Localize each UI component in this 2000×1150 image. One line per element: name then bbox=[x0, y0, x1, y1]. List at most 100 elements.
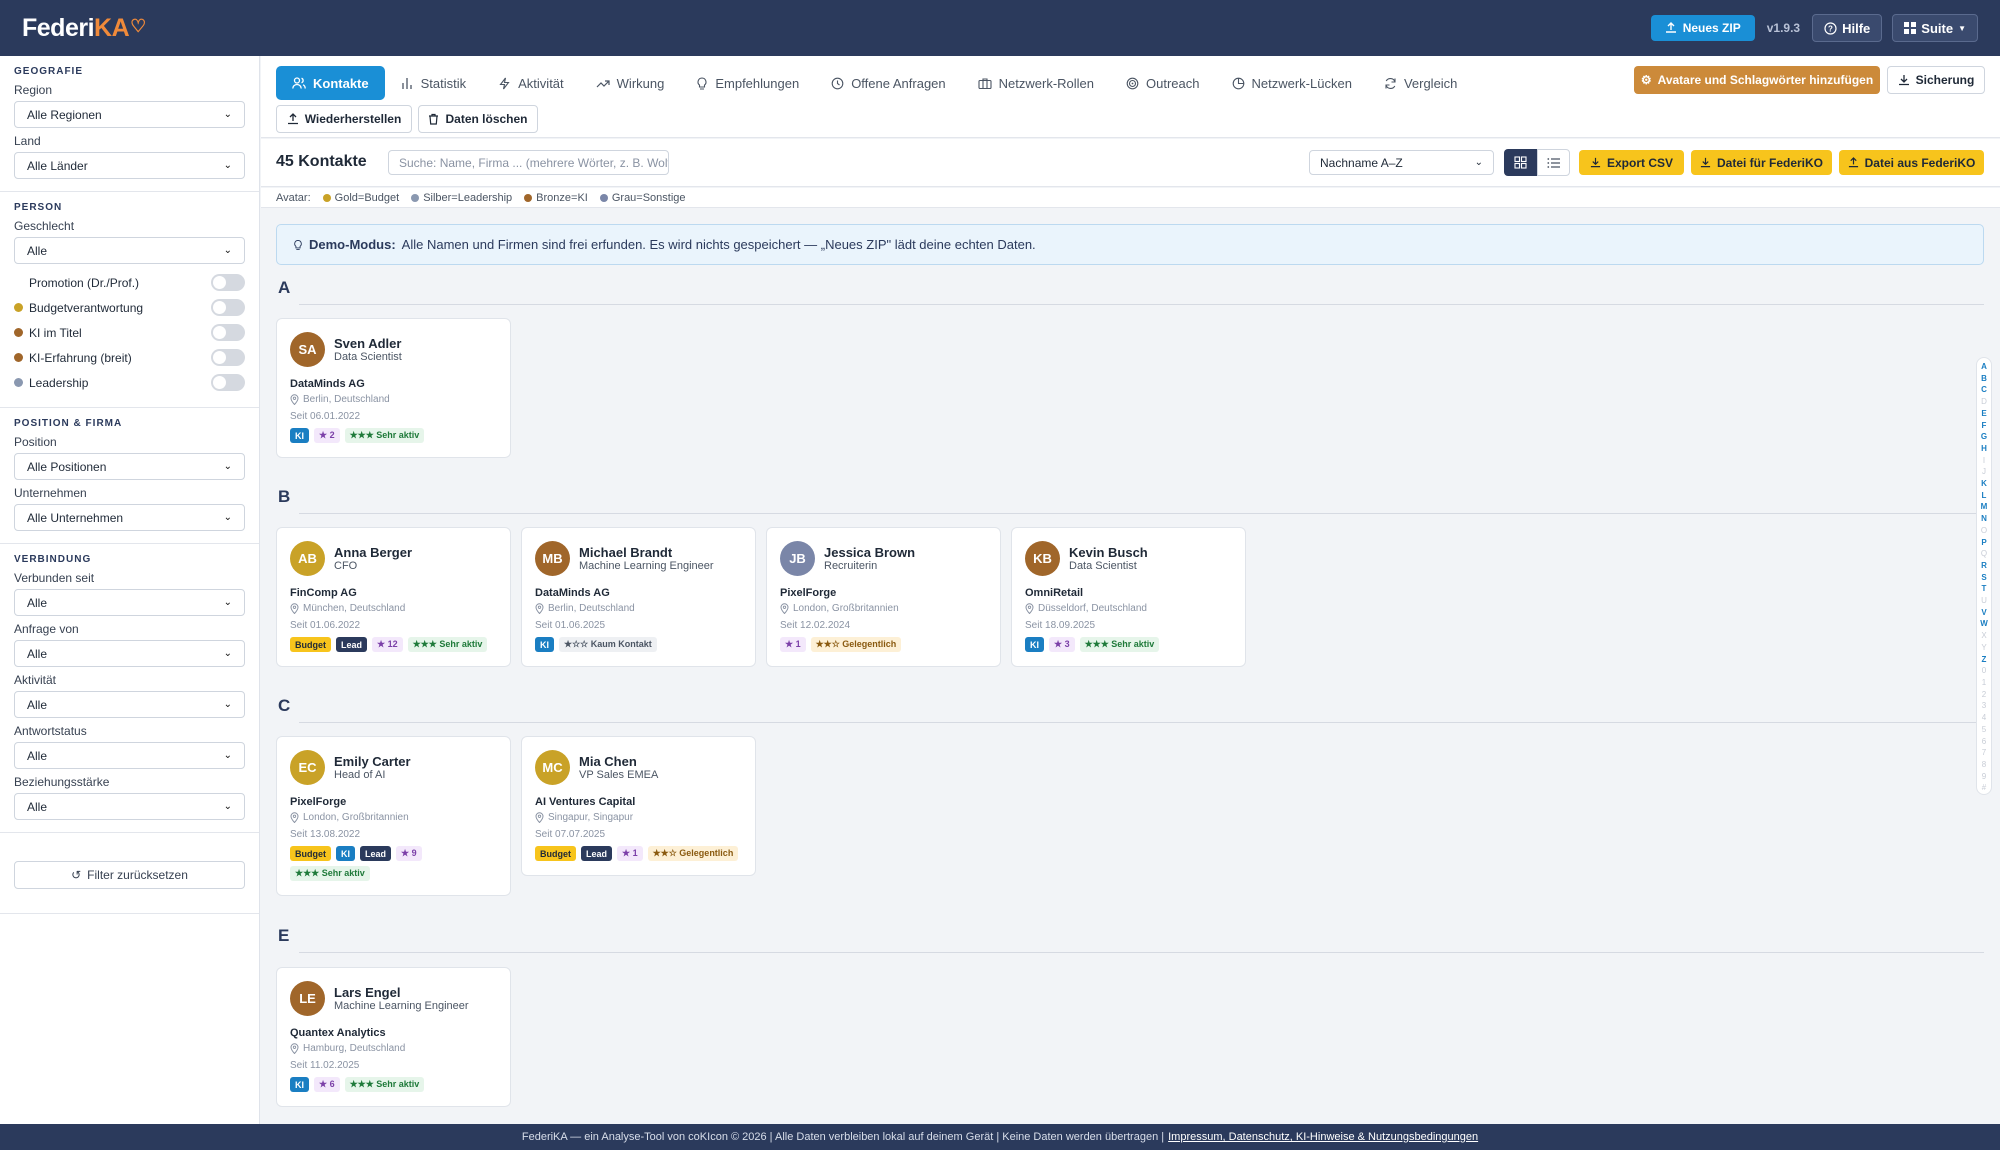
badge-list: Budget Lead ★ 1 ★★☆ Gelegentlich bbox=[535, 846, 750, 861]
tab-empfehlungen[interactable]: Empfehlungen bbox=[680, 66, 815, 100]
request-label: Anfrage von bbox=[14, 622, 79, 636]
new-zip-button[interactable]: Neues ZIP bbox=[1650, 15, 1755, 41]
tab-netzwerk-luecken[interactable]: Netzwerk-Lücken bbox=[1216, 66, 1368, 100]
backup-button[interactable]: Sicherung bbox=[1887, 66, 1985, 94]
reset-section: ↺ Filter zurücksetzen bbox=[0, 833, 259, 914]
tab-outreach[interactable]: Outreach bbox=[1110, 66, 1215, 100]
person-heading: PERSON bbox=[14, 202, 63, 213]
az-letter[interactable]: R bbox=[1981, 560, 1987, 572]
company-value: Alle Unternehmen bbox=[27, 510, 124, 525]
download-icon bbox=[1700, 157, 1711, 168]
az-letter: D bbox=[1981, 397, 1987, 407]
az-letter[interactable]: S bbox=[1981, 572, 1986, 584]
tab-label: Wirkung bbox=[616, 75, 665, 91]
region-select[interactable]: Alle Regionen ⌄ bbox=[14, 101, 245, 128]
tab-kontakte[interactable]: Kontakte bbox=[276, 66, 385, 100]
contact-card[interactable]: SA Sven Adler Data Scientist DataMinds A… bbox=[276, 318, 511, 458]
app-logo[interactable]: Federi KA ♡ bbox=[22, 14, 146, 43]
version-label: v1.9.3 bbox=[1766, 21, 1801, 35]
az-letter[interactable]: G bbox=[1981, 431, 1987, 443]
demo-title: Demo-Modus: bbox=[309, 237, 396, 252]
az-letter[interactable]: T bbox=[1982, 583, 1987, 595]
az-letter[interactable]: C bbox=[1981, 384, 1987, 396]
toggle-ki-title: KI im Titel bbox=[14, 320, 245, 345]
delete-data-button[interactable]: Daten löschen bbox=[418, 105, 538, 133]
toggle-switch[interactable] bbox=[211, 349, 245, 366]
contact-location: Hamburg, Deutschland bbox=[290, 1043, 405, 1054]
az-letter[interactable]: E bbox=[1981, 408, 1986, 420]
gold-dot-icon bbox=[322, 193, 331, 202]
az-letter[interactable]: K bbox=[1981, 478, 1987, 490]
location-pin-icon bbox=[290, 394, 299, 405]
position-value: Alle Positionen bbox=[27, 459, 107, 474]
request-select[interactable]: Alle ⌄ bbox=[14, 640, 245, 667]
help-button[interactable]: ? Hilfe bbox=[1812, 14, 1883, 42]
upload-icon bbox=[1665, 22, 1677, 34]
badge-lead: Lead bbox=[360, 846, 392, 861]
position-select[interactable]: Alle Positionen ⌄ bbox=[14, 453, 245, 480]
restore-button[interactable]: Wiederherstellen bbox=[276, 105, 412, 133]
tab-wirkung[interactable]: Wirkung bbox=[580, 66, 681, 100]
az-letter[interactable]: M bbox=[1981, 501, 1988, 513]
grid-view-button[interactable] bbox=[1504, 149, 1537, 176]
toggle-switch[interactable] bbox=[211, 324, 245, 341]
file-from-federiko-button[interactable]: Datei aus FederiKO bbox=[1839, 150, 1984, 175]
az-letter[interactable]: W bbox=[1980, 618, 1988, 630]
reset-filters-button[interactable]: ↺ Filter zurücksetzen bbox=[14, 861, 245, 889]
export-csv-button[interactable]: Export CSV bbox=[1579, 150, 1684, 175]
az-letter[interactable]: L bbox=[1982, 490, 1987, 502]
az-letter[interactable]: P bbox=[1981, 537, 1986, 549]
az-letter[interactable]: A bbox=[1981, 361, 1987, 373]
suite-button[interactable]: Suite ▼ bbox=[1892, 14, 1978, 42]
contact-card[interactable]: AB Anna Berger CFO FinComp AG München, D… bbox=[276, 527, 511, 667]
contact-card[interactable]: MC Mia Chen VP Sales EMEA AI Ventures Ca… bbox=[521, 736, 756, 876]
contact-card[interactable]: EC Emily Carter Head of AI PixelForge Lo… bbox=[276, 736, 511, 896]
tab-label: Offene Anfragen bbox=[851, 75, 946, 91]
badge-ki: KI bbox=[290, 1077, 309, 1092]
chevron-down-icon: ⌄ bbox=[223, 461, 232, 472]
list-view-button[interactable] bbox=[1537, 149, 1570, 176]
search-input[interactable]: Suche: Name, Firma ... (mehrere Wörter, … bbox=[388, 150, 669, 175]
toggle-switch[interactable] bbox=[211, 374, 245, 391]
az-letter[interactable]: H bbox=[1981, 443, 1987, 455]
contact-since: Seit 01.06.2025 bbox=[535, 620, 606, 631]
briefcase-icon bbox=[978, 77, 992, 90]
gender-select[interactable]: Alle ⌄ bbox=[14, 237, 245, 264]
az-letter[interactable]: B bbox=[1981, 373, 1987, 385]
tab-netzwerk-rollen[interactable]: Netzwerk-Rollen bbox=[962, 66, 1110, 100]
contact-since: Seit 18.09.2025 bbox=[1025, 620, 1096, 631]
answer-select[interactable]: Alle ⌄ bbox=[14, 742, 245, 769]
contact-card[interactable]: MB Michael Brandt Machine Learning Engin… bbox=[521, 527, 756, 667]
az-letter[interactable]: F bbox=[1982, 420, 1987, 432]
toggle-switch[interactable] bbox=[211, 299, 245, 316]
company-select[interactable]: Alle Unternehmen ⌄ bbox=[14, 504, 245, 531]
contact-card[interactable]: LE Lars Engel Machine Learning Engineer … bbox=[276, 967, 511, 1107]
contact-card[interactable]: JB Jessica Brown Recruiterin PixelForge … bbox=[766, 527, 1001, 667]
avatar: MC bbox=[535, 750, 570, 785]
tab-statistik[interactable]: Statistik bbox=[385, 66, 483, 100]
position-label: Position bbox=[14, 435, 57, 449]
file-for-federiko-button[interactable]: Datei für FederiKO bbox=[1691, 150, 1832, 175]
contact-name: Lars Engel bbox=[334, 985, 401, 1000]
connected-select[interactable]: Alle ⌄ bbox=[14, 589, 245, 616]
strength-select[interactable]: Alle ⌄ bbox=[14, 793, 245, 820]
footer-legal-link[interactable]: Impressum, Datenschutz, KI-Hinweise & Nu… bbox=[1168, 1131, 1478, 1143]
sort-select[interactable]: Nachname A–Z ⌄ bbox=[1309, 150, 1494, 175]
tab-vergleich[interactable]: Vergleich bbox=[1368, 66, 1473, 100]
az-letter: 0 bbox=[1981, 666, 1987, 676]
tab-offene-anfragen[interactable]: Offene Anfragen bbox=[815, 66, 961, 100]
az-letter[interactable]: N bbox=[1981, 513, 1987, 525]
toggle-switch[interactable] bbox=[211, 274, 245, 291]
search-placeholder: Suche: Name, Firma ... (mehrere Wörter, … bbox=[399, 155, 669, 170]
gender-label: Geschlecht bbox=[14, 219, 75, 233]
add-avatars-button[interactable]: ⚙ Avatare und Schlagwörter hinzufügen bbox=[1634, 66, 1880, 94]
contact-title: Machine Learning Engineer bbox=[334, 1000, 469, 1012]
country-select[interactable]: Alle Länder ⌄ bbox=[14, 152, 245, 179]
contact-company: Quantex Analytics bbox=[290, 1027, 386, 1039]
tab-aktivitaet[interactable]: Aktivität bbox=[482, 66, 580, 100]
activity-value: Alle bbox=[27, 697, 48, 712]
az-letter[interactable]: V bbox=[1981, 607, 1986, 619]
activity-select[interactable]: Alle ⌄ bbox=[14, 691, 245, 718]
contact-card[interactable]: KB Kevin Busch Data Scientist OmniRetail… bbox=[1011, 527, 1246, 667]
az-letter[interactable]: Z bbox=[1982, 654, 1987, 666]
